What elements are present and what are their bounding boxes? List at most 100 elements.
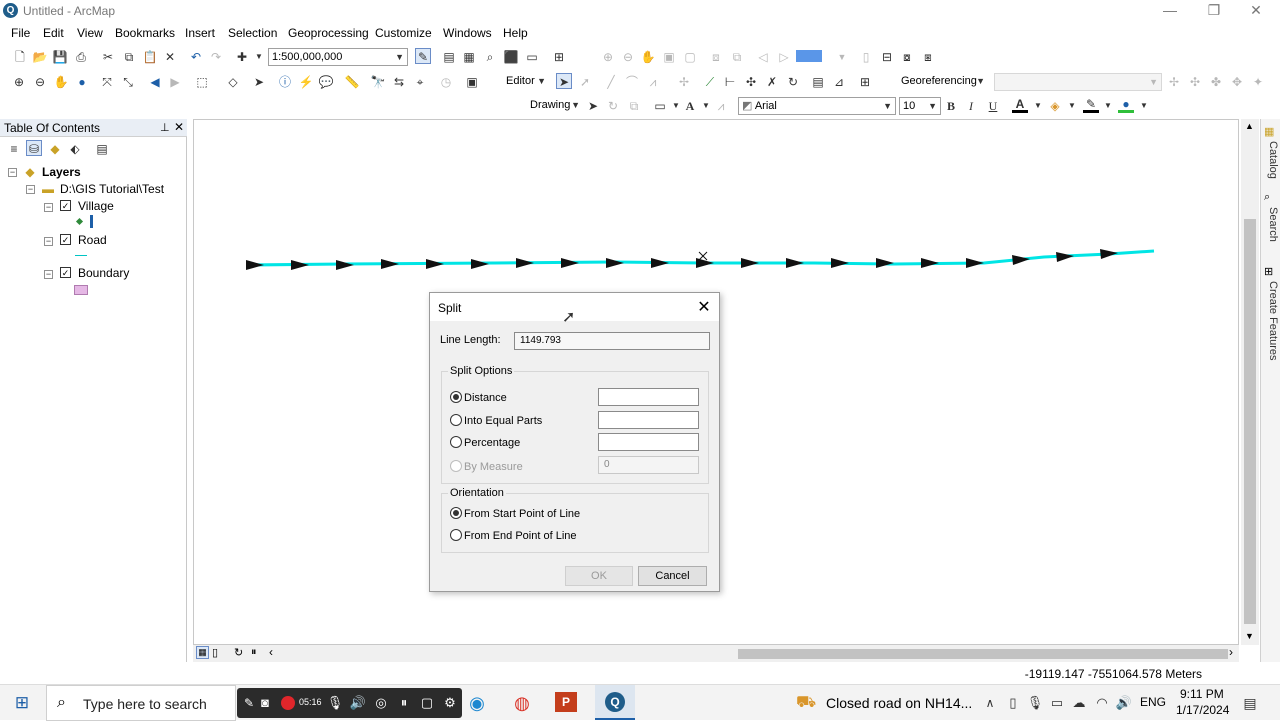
map-scale-combo[interactable]: 1:500,000,000 ▼ [268, 48, 408, 66]
cut-icon[interactable]: ✂ [100, 49, 116, 65]
toc-root-layers[interactable]: Layers [42, 165, 81, 179]
scroll-down-icon[interactable]: ▼ [1245, 631, 1254, 641]
paste-icon[interactable]: 📋 [142, 49, 158, 65]
collapse-icon[interactable]: − [26, 185, 35, 194]
vertical-scroll-thumb[interactable] [1244, 219, 1256, 624]
from-end-radio[interactable] [450, 529, 462, 541]
edit-vertices-icon[interactable]: ⩘ [713, 98, 729, 114]
clock-date[interactable]: 1/17/2024 [1176, 703, 1229, 717]
menu-windows[interactable]: Windows [443, 26, 492, 40]
scroll-right-icon[interactable]: › [1229, 645, 1233, 659]
zoom-to-elements-icon[interactable]: ⧉ [626, 98, 642, 114]
language-indicator[interactable]: ENG [1140, 695, 1166, 709]
scale-raster-icon[interactable]: ✦ [1250, 74, 1266, 90]
search-window-icon[interactable]: ⌕ [482, 49, 498, 65]
point-icon[interactable]: ✢ [676, 74, 692, 90]
search-tab[interactable]: Search [1263, 207, 1279, 242]
table-of-contents-icon[interactable]: ▤ [441, 49, 457, 65]
menu-bookmarks[interactable]: Bookmarks [115, 26, 175, 40]
delete-icon[interactable]: ✕ [162, 49, 178, 65]
percentage-radio[interactable] [450, 436, 462, 448]
layout-pan-icon[interactable]: ✋ [640, 49, 656, 65]
clock-time[interactable]: 9:11 PM [1180, 687, 1224, 701]
percentage-input[interactable] [598, 433, 699, 451]
create-viewer-icon[interactable]: ▣ [464, 74, 480, 90]
line-color-icon[interactable]: ✎ [1083, 96, 1099, 113]
news-ticker[interactable]: Closed road on NH14... [826, 695, 972, 711]
layout-zoom-level[interactable] [796, 50, 822, 62]
print-icon[interactable]: ⎙ [73, 49, 89, 65]
draft-mode-icon[interactable]: ▯ [858, 49, 874, 65]
new-document-icon[interactable]: 🗋 [12, 49, 28, 65]
speaker-icon[interactable]: 🔊 [348, 693, 368, 713]
add-data-dropdown-icon[interactable]: ▼ [251, 49, 267, 65]
layer-visibility-checkbox[interactable]: ✓ [60, 200, 71, 211]
go-to-xy-icon[interactable]: ⌖ [412, 74, 428, 90]
collapse-icon[interactable]: − [44, 270, 53, 279]
powerpoint-icon[interactable]: P [555, 692, 577, 712]
go-back-icon[interactable]: ◀ [147, 74, 163, 90]
edit-tool-icon[interactable]: ➤ [556, 73, 572, 89]
refresh-icon[interactable]: ↻ [234, 646, 243, 659]
close-icon[interactable]: ✕ [695, 297, 713, 317]
straight-segment-icon[interactable]: ╱ [603, 74, 619, 90]
from-start-radio[interactable] [450, 507, 462, 519]
stop-icon[interactable]: ▢ [417, 693, 437, 713]
redo-icon[interactable]: ↷ [208, 49, 224, 65]
webcam-icon[interactable]: ◎ [371, 693, 391, 713]
editor-menu[interactable]: Editor ▼ [503, 73, 549, 91]
equal-parts-radio[interactable] [450, 414, 462, 426]
cloud-icon[interactable]: ☁ [1069, 693, 1089, 713]
layout-tool-icon[interactable]: ⊕ [600, 49, 616, 65]
arctoolbox-icon[interactable]: ⬛ [503, 49, 519, 65]
focus-data-frame-icon[interactable]: ⊟ [879, 49, 895, 65]
edit-vertices-icon[interactable]: ⟋ [702, 74, 718, 90]
change-layout-icon[interactable]: ⧇ [899, 49, 915, 65]
arcmap-taskbar-button[interactable]: Q [595, 685, 635, 720]
chevron-down-icon[interactable]: ▼ [1030, 98, 1046, 114]
georeferencing-menu[interactable]: Georeferencing ▼ [898, 73, 988, 91]
collapse-icon[interactable]: − [44, 237, 53, 246]
menu-edit[interactable]: Edit [43, 26, 64, 40]
toc-folder-path[interactable]: D:\GIS Tutorial\Test [60, 182, 164, 196]
edit-annotation-icon[interactable]: ➚ [577, 74, 593, 90]
rotate-element-icon[interactable]: ↻ [605, 98, 621, 114]
text-tool-icon[interactable]: A [682, 98, 698, 114]
pause-icon[interactable]: ⏸ [394, 693, 414, 713]
edge-browser-icon[interactable]: ◉ [467, 693, 487, 713]
create-features-tab[interactable]: Create Features [1263, 281, 1279, 360]
reshape-feature-icon[interactable]: ⊢ [722, 74, 738, 90]
windows-start-icon[interactable]: ⊞ [12, 693, 32, 713]
horizontal-scroll-thumb[interactable] [738, 649, 1228, 659]
attributes-icon[interactable]: ▤ [810, 74, 826, 90]
chevron-down-icon[interactable]: ▼ [834, 49, 850, 65]
font-color-button[interactable]: A [1012, 96, 1028, 113]
italic-button[interactable]: I [963, 98, 979, 114]
clear-selection-icon[interactable]: ◇ [225, 74, 241, 90]
cancel-button[interactable]: Cancel [638, 566, 707, 586]
map-vertical-scrollbar[interactable]: ▲ ▼ [1241, 119, 1259, 645]
menu-file[interactable]: File [11, 26, 30, 40]
add-control-points-icon[interactable]: ✢ [1166, 74, 1182, 90]
equal-parts-input[interactable] [598, 411, 699, 429]
list-by-selection-icon[interactable]: ⬖ [67, 141, 83, 157]
restore-icon[interactable]: ❐ [1194, 0, 1234, 22]
time-slider-icon[interactable]: ◷ [438, 74, 454, 90]
chevron-down-icon[interactable]: ▼ [1100, 98, 1116, 114]
menu-selection[interactable]: Selection [228, 26, 277, 40]
scroll-up-icon[interactable]: ▲ [1245, 121, 1254, 131]
font-name-combo[interactable]: ◩ Arial ▼ [738, 97, 896, 115]
pan-icon[interactable]: ✋ [53, 74, 69, 90]
chevron-up-icon[interactable]: ∧ [980, 693, 1000, 713]
identify-icon[interactable]: ⓘ [277, 74, 293, 90]
close-icon[interactable]: ✕ [174, 120, 184, 134]
font-size-combo[interactable]: 10 ▼ [899, 97, 941, 115]
layout-forward-icon[interactable]: ▷ [776, 49, 792, 65]
map-horizontal-scrollbar[interactable]: ▦ ▯ ↻ ⏸ ‹ › [193, 645, 1239, 662]
split-tool-icon[interactable]: ✗ [764, 74, 780, 90]
options-icon[interactable]: ▤ [94, 141, 110, 157]
battery-icon[interactable]: ▭ [1047, 693, 1067, 713]
list-by-drawing-order-icon[interactable]: ≡ [6, 141, 22, 157]
chevron-down-icon[interactable]: ▼ [1136, 98, 1152, 114]
pause-drawing-icon[interactable]: ⏸ [251, 646, 257, 659]
